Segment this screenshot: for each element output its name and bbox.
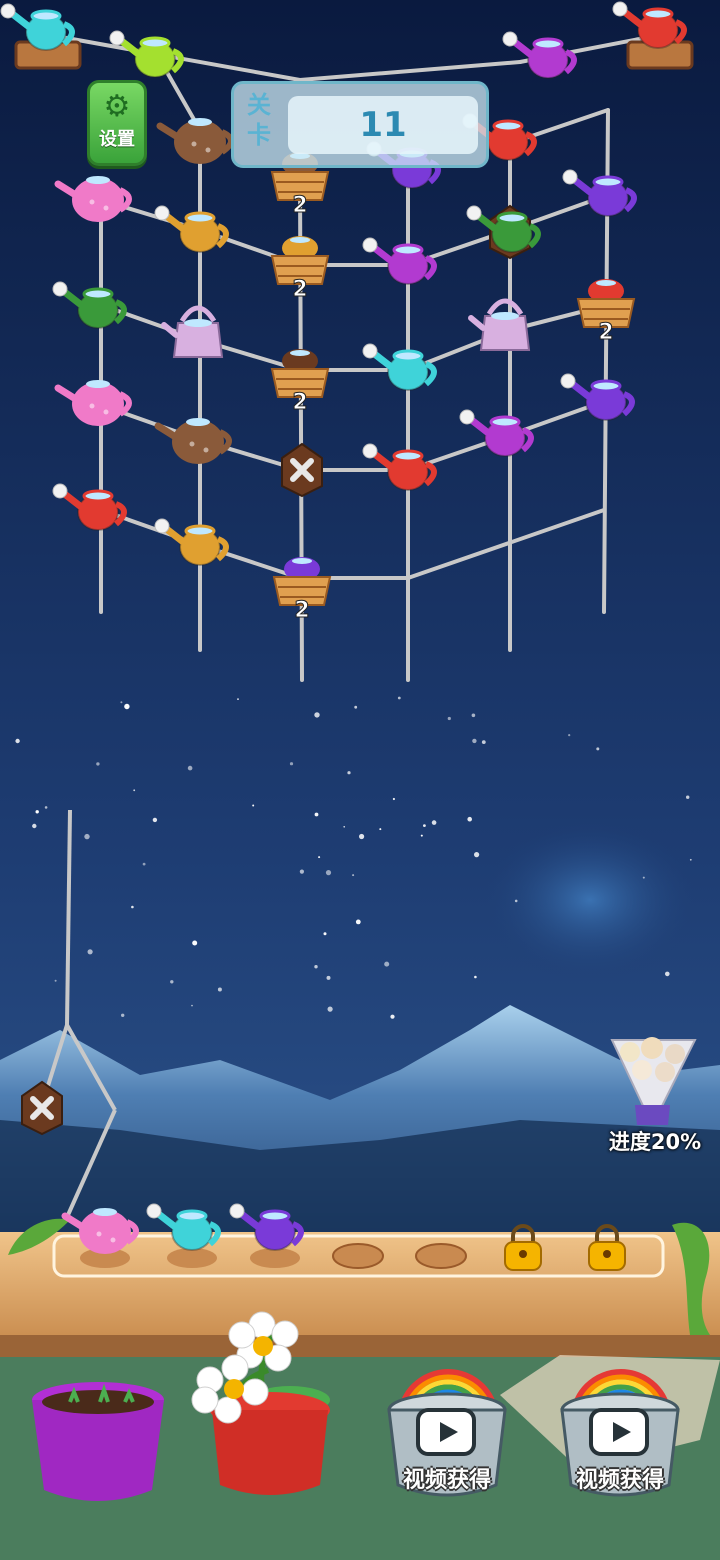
moon-glow (480, 820, 700, 980)
basket-count: 2 (294, 598, 309, 623)
settings-label: 设置 (99, 129, 135, 150)
basket-count: 2 (598, 320, 613, 345)
gear-icon: ⚙ (103, 89, 131, 124)
video-reward-label-1: 视频获得 (402, 1468, 491, 1493)
tray-slot-empty[interactable] (332, 1243, 384, 1269)
level-label: 关卡 (247, 91, 271, 149)
progress-label: 进度20% (608, 1130, 702, 1154)
game-scene: 2 2 2 2 2 (0, 0, 720, 1560)
settings-button[interactable]: ⚙ 设置 (87, 80, 147, 166)
level-number: 11 (288, 96, 478, 154)
table-edge (0, 1335, 720, 1357)
basket-count: 2 (292, 277, 307, 302)
level-panel: 关卡 11 (231, 81, 489, 168)
tray-slot-empty[interactable] (415, 1243, 467, 1269)
basket-count: 2 (292, 193, 307, 218)
video-reward-label-2: 视频获得 (575, 1468, 664, 1493)
basket-count: 2 (292, 390, 307, 415)
purple-seed-pot[interactable] (32, 1382, 164, 1501)
